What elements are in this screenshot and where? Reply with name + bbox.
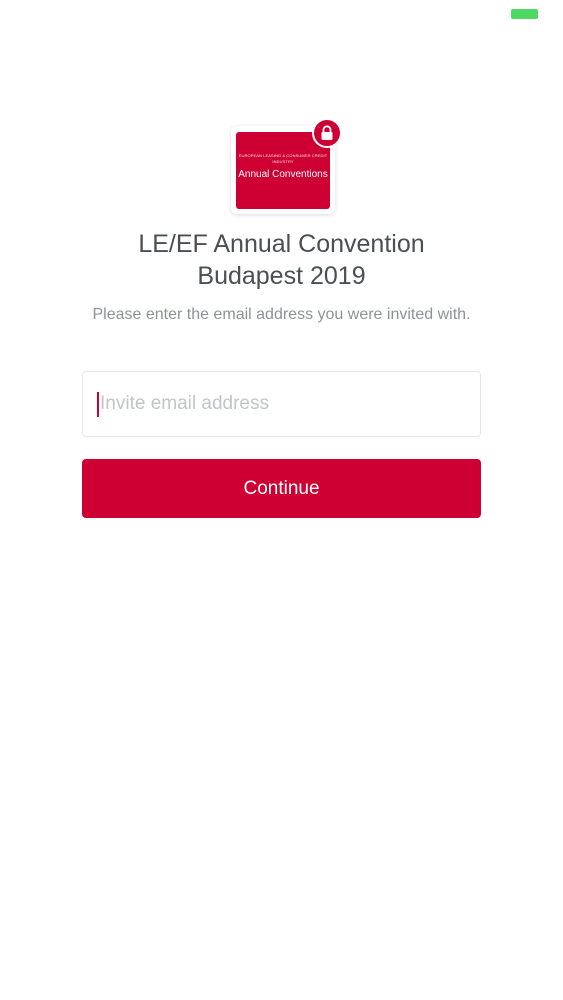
instruction-text: Please enter the email address you were …	[92, 306, 471, 323]
battery-icon	[511, 9, 538, 19]
logo-subtext: European Leasing & Consumer Credit Indus…	[238, 153, 328, 164]
continue-button[interactable]: Continue	[82, 459, 481, 518]
page-title: LE/EF Annual Convention Budapest 2019	[60, 228, 503, 292]
title-line-2: Budapest 2019	[197, 262, 366, 290]
email-field[interactable]	[82, 371, 481, 437]
email-input[interactable]	[97, 372, 470, 436]
status-bar	[0, 0, 563, 28]
event-logo: European Leasing & Consumer Credit Indus…	[231, 118, 342, 214]
lock-badge	[312, 118, 342, 148]
title-line-1: LE/EF Annual Convention	[138, 230, 425, 258]
logo-main-text: Annual Conventions	[238, 169, 328, 180]
lock-icon	[321, 125, 333, 140]
